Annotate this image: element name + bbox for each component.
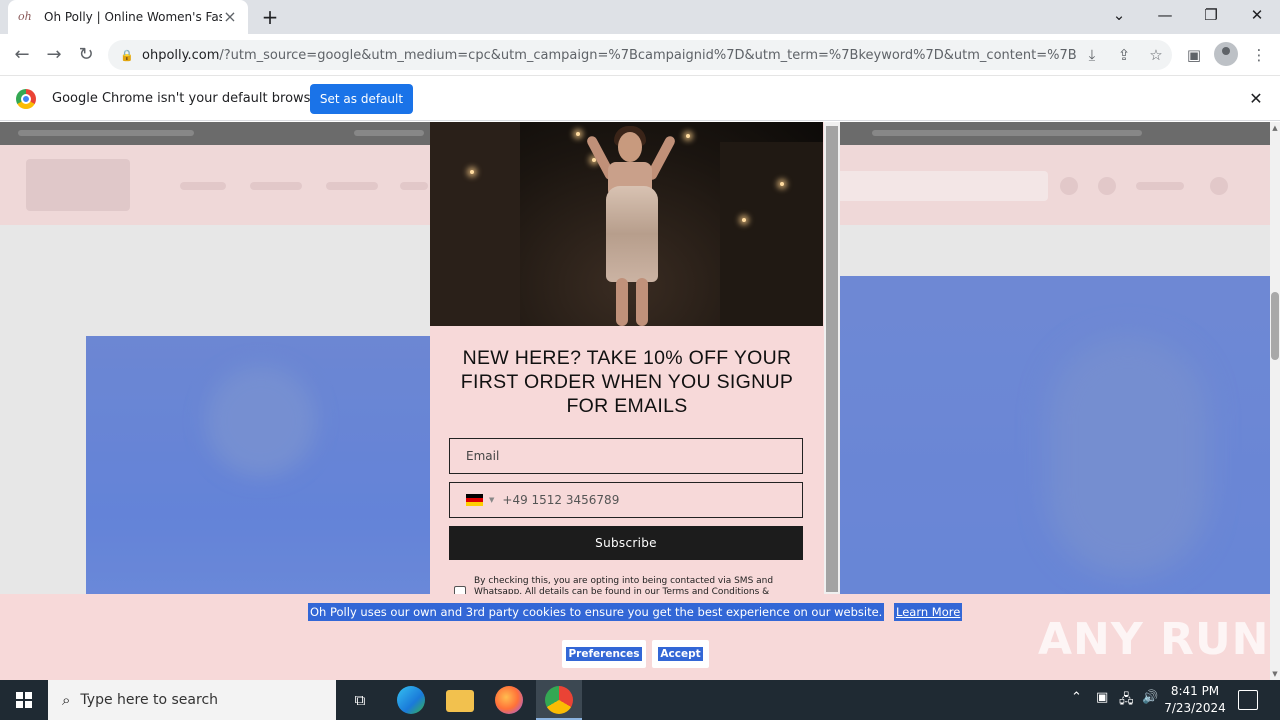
lock-icon[interactable]: 🔒 [120, 49, 134, 62]
taskbar-clock[interactable]: 8:41 PM 7/23/2024 [1160, 683, 1230, 717]
popup-headline: NEW HERE? TAKE 10% OFF YOUR FIRST ORDER … [460, 347, 794, 417]
preferences-button[interactable]: Preferences [562, 640, 646, 668]
page-scrollbar[interactable]: ▲ ▼ [1270, 122, 1280, 680]
notification-icon[interactable] [1238, 690, 1258, 710]
clock-time: 8:41 PM [1170, 684, 1220, 698]
tab-close-icon[interactable]: × [222, 9, 238, 25]
side-panel-icon[interactable]: ▣ [1183, 44, 1205, 66]
subscribe-button[interactable]: Subscribe [449, 526, 803, 560]
germany-flag-icon[interactable] [466, 494, 483, 506]
network-icon[interactable]: 🖧 [1119, 690, 1134, 712]
infobar-message: Google Chrome isn't your default browser [52, 91, 324, 106]
volume-icon[interactable]: 🔊 [1142, 690, 1158, 705]
kebab-menu-icon[interactable]: ⋮ [1248, 44, 1270, 66]
search-icon: ⌕ [62, 691, 71, 709]
phone-field[interactable]: ▼ +49 1512 3456789 [449, 482, 803, 518]
file-explorer-icon[interactable] [446, 690, 474, 712]
popup-scroll-thumb[interactable] [826, 126, 838, 592]
sms-consent-checkbox[interactable] [454, 586, 466, 594]
taskbar-search-box[interactable]: ⌕ Type here to search [48, 680, 336, 720]
cookie-message: Oh Polly uses our own and 3rd party cook… [308, 603, 885, 621]
learn-more-link[interactable]: Learn More [894, 603, 963, 621]
scroll-down-arrow-icon[interactable]: ▼ [1270, 668, 1280, 680]
email-placeholder: Email [466, 449, 500, 463]
default-browser-infobar: Google Chrome isn't your default browser… [0, 77, 1280, 121]
chrome-taskbar-icon[interactable] [545, 686, 573, 714]
restore-icon[interactable]: ❐ [1188, 0, 1234, 30]
taskbar-search-placeholder: Type here to search [80, 692, 219, 708]
ohpolly-favicon-icon: oh [18, 10, 32, 23]
anyrun-watermark: ANY RUN [1038, 614, 1270, 665]
close-window-icon[interactable]: ✕ [1234, 0, 1280, 30]
tray-app-icon[interactable]: ▣ [1096, 690, 1108, 705]
profile-avatar-icon[interactable] [1214, 42, 1238, 66]
page-viewport: NEW HERE? TAKE 10% OFF YOUR FIRST ORDER … [0, 122, 1280, 680]
scroll-up-arrow-icon[interactable]: ▲ [1270, 122, 1280, 134]
share-icon[interactable]: ⇪ [1108, 46, 1140, 64]
browser-toolbar: ← → ↻ 🔒 ohpolly.com/?utm_source=google&u… [0, 34, 1280, 76]
back-arrow-icon[interactable]: ← [10, 43, 34, 67]
task-view-icon[interactable]: ⧉ [346, 686, 374, 714]
url-text[interactable]: ohpolly.com/?utm_source=google&utm_mediu… [142, 48, 1076, 63]
tab-title: Oh Polly | Online Women's Fashion [44, 10, 222, 24]
install-app-icon[interactable]: ⤓ [1076, 46, 1108, 64]
browser-titlebar: oh Oh Polly | Online Women's Fashion × +… [0, 0, 1280, 34]
country-dropdown-caret-icon[interactable]: ▼ [489, 496, 494, 504]
windows-taskbar: ⌕ Type here to search ⧉ ⌃ ▣ 🖧 🔊 8:41 PM … [0, 680, 1280, 720]
reload-icon[interactable]: ↻ [74, 43, 98, 67]
firefox-icon[interactable] [495, 686, 523, 714]
new-tab-plus-icon[interactable]: + [258, 6, 282, 28]
minimize-icon[interactable]: — [1142, 0, 1188, 30]
address-bar[interactable]: 🔒 ohpolly.com/?utm_source=google&utm_med… [108, 40, 1172, 70]
start-button[interactable] [0, 680, 48, 720]
windows-logo-icon [16, 692, 32, 708]
popup-model-photo [430, 122, 823, 326]
accept-button[interactable]: Accept [652, 640, 709, 668]
tray-chevron-up-icon[interactable]: ⌃ [1071, 690, 1082, 705]
chrome-logo-icon [16, 89, 36, 109]
tab-search-chevron-icon[interactable]: ⌄ [1096, 0, 1142, 30]
accept-label: Accept [658, 647, 703, 661]
phone-placeholder: +49 1512 3456789 [502, 493, 620, 507]
popup-scrollbar[interactable] [824, 122, 840, 594]
page-scroll-thumb[interactable] [1271, 292, 1279, 360]
sms-consent-text: By checking this, you are opting into be… [474, 576, 774, 594]
email-field[interactable]: Email [449, 438, 803, 474]
email-signup-popup: NEW HERE? TAKE 10% OFF YOUR FIRST ORDER … [430, 122, 840, 594]
set-as-default-button[interactable]: Set as default [310, 84, 413, 114]
edge-browser-icon[interactable] [397, 686, 425, 714]
browser-tab[interactable]: oh Oh Polly | Online Women's Fashion × [8, 0, 248, 34]
forward-arrow-icon[interactable]: → [42, 43, 66, 67]
bookmark-star-icon[interactable]: ☆ [1140, 46, 1172, 64]
infobar-close-icon[interactable]: ✕ [1246, 89, 1266, 109]
preferences-label: Preferences [566, 647, 642, 661]
cookie-banner: Oh Polly uses our own and 3rd party cook… [0, 594, 1270, 680]
clock-date: 7/23/2024 [1164, 701, 1226, 715]
